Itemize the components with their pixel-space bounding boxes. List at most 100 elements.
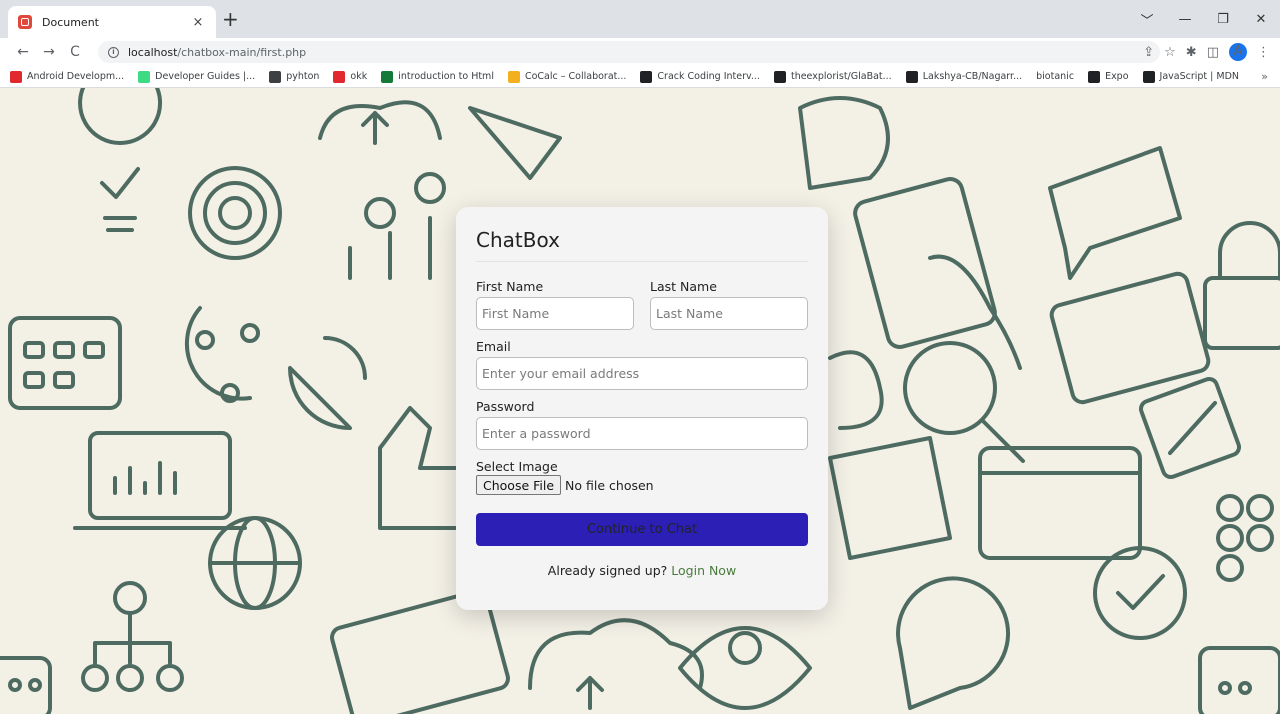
bookmark-item[interactable]: biotanic: [1036, 71, 1074, 82]
star-icon[interactable]: ☆: [1164, 45, 1176, 60]
cloud-upload-bottom-icon: [528, 618, 704, 710]
email-group: Email: [476, 339, 808, 390]
satellite-dish-icon: [288, 336, 367, 430]
lightbulb-icon: [78, 88, 163, 232]
site-info-icon[interactable]: i: [108, 46, 119, 58]
lock-icon: [1203, 221, 1280, 350]
menu-icon[interactable]: ⋮: [1257, 45, 1270, 60]
page-content: ChatBox First Name Last Name Email Passw…: [0, 88, 1280, 714]
extensions-icon[interactable]: ✱: [1186, 45, 1197, 60]
expo-icon: [1088, 70, 1101, 83]
email-input[interactable]: [476, 357, 808, 390]
last-name-label: Last Name: [650, 279, 717, 294]
speech-bubble-icon: [1048, 146, 1182, 280]
restore-icon[interactable]: ❐: [1204, 12, 1242, 27]
bookmark-label: JavaScript | MDN: [1159, 71, 1240, 82]
minimize-icon[interactable]: —: [1166, 12, 1204, 27]
browser-tab[interactable]: Document ×: [8, 6, 216, 38]
window-controls: ﹀ — ❐ ✕: [1128, 0, 1280, 38]
bar-chart-icon: [348, 172, 446, 280]
login-prompt: Already signed up? Login Now: [476, 563, 808, 578]
address-bar[interactable]: i localhost/chatbox-main/first.php: [98, 41, 1160, 63]
github-icon: [905, 70, 918, 83]
chat-top-icon: [798, 96, 890, 190]
close-window-icon[interactable]: ✕: [1242, 12, 1280, 27]
bookmark-item[interactable]: Lakshya-CB/Nagarr...: [905, 70, 1023, 83]
bookmark-label: Expo: [1105, 71, 1129, 82]
w-icon: [381, 70, 394, 83]
last-name-input[interactable]: [650, 297, 808, 330]
bookmark-item[interactable]: Crack Coding Interv...: [640, 70, 760, 83]
bookmark-item[interactable]: JavaScript | MDN: [1142, 70, 1240, 83]
bookmark-item[interactable]: okk: [333, 70, 367, 83]
bookmark-label: theexplorist/GlaBat...: [790, 71, 892, 82]
back-arrow-icon[interactable]: ←: [10, 44, 36, 60]
github-icon: [773, 70, 786, 83]
first-name-group: First Name: [476, 279, 634, 330]
tab-title: Document: [42, 15, 99, 29]
laptop-analytics-icon: [73, 431, 247, 530]
android-icon: [138, 70, 151, 83]
reload-icon[interactable]: C: [62, 44, 88, 60]
image-group: Select Image Choose File No file chosen: [476, 459, 808, 495]
email-label: Email: [476, 339, 511, 354]
forward-arrow-icon[interactable]: →: [36, 44, 62, 60]
new-tab-icon[interactable]: +: [222, 9, 239, 29]
megaphone-icon: [468, 106, 562, 180]
continue-to-chat-button[interactable]: Continue to Chat: [476, 513, 808, 546]
login-now-link[interactable]: Login Now: [671, 563, 736, 578]
monitor-icon: [1049, 271, 1211, 405]
password-input[interactable]: [476, 417, 808, 450]
bookmark-item[interactable]: Android Developm...: [10, 70, 125, 83]
expand-icon: [1138, 376, 1242, 480]
first-name-label: First Name: [476, 279, 544, 294]
first-name-input[interactable]: [476, 297, 634, 330]
bookmark-item[interactable]: pyhton: [269, 70, 320, 83]
toolbar-right-icons: ⇪ ☆ ✱ ◫ A ⋮: [1143, 41, 1270, 63]
bookmark-label: introduction to Html: [398, 71, 494, 82]
bookmark-item[interactable]: Developer Guides |...: [138, 70, 256, 83]
cloud-right-icon: [828, 350, 884, 430]
check-circle-icon: [1093, 546, 1187, 640]
tab-search-icon[interactable]: ﹀: [1128, 10, 1166, 29]
bookmark-item[interactable]: introduction to Html: [381, 70, 494, 83]
left-panel-icon: [0, 656, 52, 714]
youtube-icon: [333, 70, 346, 83]
password-group: Password: [476, 399, 808, 450]
choose-file-button[interactable]: Choose File: [476, 475, 562, 495]
magnifier-icon: [903, 341, 1025, 463]
folder-right-icon: [828, 436, 952, 560]
bookmark-label: Developer Guides |...: [155, 71, 256, 82]
bookmark-label: Android Developm...: [27, 71, 125, 82]
signup-card: ChatBox First Name Last Name Email Passw…: [456, 207, 828, 610]
bookmarks-bar: Android Developm... Developer Guides |...…: [0, 66, 1280, 88]
bookmark-label: Lakshya-CB/Nagarr...: [922, 71, 1023, 82]
bookmark-label: biotanic: [1036, 71, 1075, 82]
bookmark-item[interactable]: CoCalc – Collaborat...: [507, 70, 627, 83]
browser-toolbar: ← → C i localhost/chatbox-main/first.php…: [0, 38, 1280, 66]
bookmarks-more-icon[interactable]: »: [1261, 70, 1268, 83]
tablet-touch-icon: [853, 177, 1022, 370]
hierarchy-icon: [81, 581, 184, 692]
cocalc-icon: [507, 70, 520, 83]
target-icon: [188, 166, 282, 260]
tab-close-icon[interactable]: ×: [190, 15, 206, 30]
password-label: Password: [476, 399, 535, 414]
bookmark-label: pyhton: [286, 71, 320, 82]
sidepanel-icon[interactable]: ◫: [1207, 45, 1219, 60]
dots-panel-icon: [1198, 646, 1280, 714]
file-status-text: No file chosen: [565, 477, 654, 493]
bookmark-item[interactable]: Expo: [1088, 70, 1129, 83]
globe-icon: [208, 516, 302, 610]
youtube-icon: [10, 70, 22, 83]
url-text: localhost/chatbox-main/first.php: [128, 45, 307, 59]
share-icon[interactable]: ⇪: [1143, 45, 1154, 60]
bookmark-label: CoCalc – Collaborat...: [524, 71, 627, 82]
bookmark-label: Crack Coding Interv...: [657, 71, 760, 82]
cloud-upload-icon: [318, 100, 442, 145]
bookmark-item[interactable]: theexplorist/GlaBat...: [773, 70, 892, 83]
form-title: ChatBox: [476, 228, 808, 262]
profile-avatar[interactable]: A: [1229, 43, 1247, 61]
browser-titlebar: Document × + ﹀ — ❐ ✕: [0, 0, 1280, 38]
last-name-group: Last Name: [650, 279, 808, 330]
